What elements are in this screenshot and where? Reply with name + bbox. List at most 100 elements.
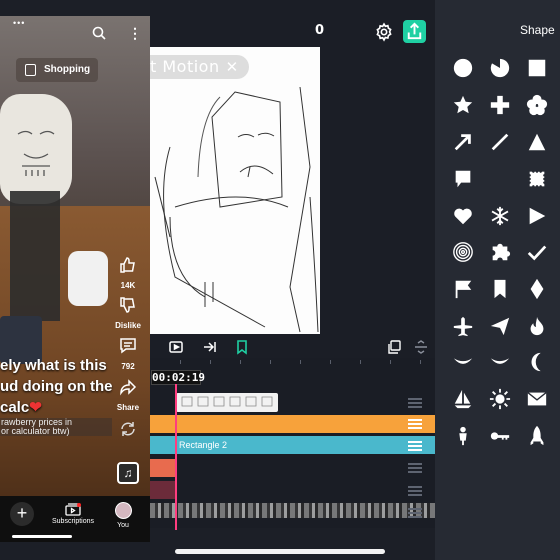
sketch-frames-track[interactable] — [176, 393, 278, 412]
caption-sub-line-2: or calculator btw) — [1, 426, 70, 436]
drag-handle-icon[interactable] — [408, 398, 422, 408]
rectangle-2-track[interactable]: Rectangle 2 — [150, 436, 435, 454]
ruler-tick — [420, 360, 421, 364]
person-shape-icon[interactable] — [451, 424, 475, 448]
settings-gear-icon[interactable] — [374, 22, 394, 42]
comment-icon — [120, 338, 136, 354]
ruler-tick — [240, 360, 241, 364]
heart-emoji-icon: ❤ — [29, 399, 42, 416]
ruler-tick — [270, 360, 271, 364]
like-button[interactable]: 14K — [115, 256, 141, 290]
puzzle-shape-icon[interactable] — [488, 240, 512, 264]
playhead[interactable] — [175, 384, 177, 544]
expand-collapse-icon[interactable] — [413, 339, 429, 355]
more-options-icon[interactable]: ⋮ — [128, 25, 142, 42]
heart-shape-icon[interactable] — [451, 204, 475, 228]
create-button[interactable]: + — [10, 502, 34, 526]
drag-handle-icon[interactable] — [408, 486, 422, 496]
remix-button[interactable] — [115, 420, 141, 443]
airplane-shape-icon[interactable] — [451, 314, 475, 338]
you-label: You — [117, 522, 129, 529]
plus-shape-icon[interactable] — [488, 93, 512, 117]
flag-shape-icon[interactable] — [451, 277, 475, 301]
flame-shape-icon[interactable] — [525, 314, 549, 338]
thumbs-up-icon — [120, 257, 135, 273]
subscriptions-label: Subscriptions — [52, 518, 95, 525]
line-shape-icon[interactable] — [488, 130, 512, 154]
smile-shape-icon[interactable] — [451, 350, 475, 374]
dislike-button[interactable]: Dislike — [115, 296, 141, 330]
ruler-tick — [210, 360, 211, 364]
drag-handle-icon[interactable] — [408, 441, 422, 451]
circle-shape-icon[interactable] — [451, 56, 475, 80]
diamond-shape-icon[interactable] — [525, 277, 549, 301]
subscriptions-icon — [65, 503, 81, 516]
duplicate-layer-icon[interactable] — [386, 339, 402, 355]
jump-to-end-icon[interactable] — [202, 339, 218, 355]
video-caption-sub[interactable]: rawberry prices in or calculator btw) — [0, 418, 112, 436]
music-note-icon[interactable]: ♫ — [117, 462, 139, 484]
square-shape-icon[interactable] — [525, 56, 549, 80]
ruler-tick — [300, 360, 301, 364]
you-tab[interactable]: You — [110, 502, 136, 529]
caption-line-1: ely what is this — [0, 357, 107, 374]
shape-panel-title: Shape — [520, 23, 555, 37]
bookmark-shape-icon[interactable] — [488, 277, 512, 301]
sailboat-shape-icon[interactable] — [451, 387, 475, 411]
like-count: 14K — [120, 281, 136, 290]
crescent-shape-icon[interactable] — [488, 167, 512, 191]
orange-layer-track[interactable] — [150, 415, 435, 433]
ruler-tick — [390, 360, 391, 364]
watermark-text: t Motion — [150, 57, 220, 76]
star-shape-icon[interactable] — [451, 93, 475, 117]
video-progress-bar[interactable] — [12, 535, 72, 538]
video-frame-paper-face — [0, 94, 72, 204]
shopping-label: Shopping — [44, 64, 91, 75]
envelope-shape-icon[interactable] — [525, 387, 549, 411]
moon-shape-icon[interactable] — [525, 350, 549, 374]
close-icon[interactable]: ✕ — [226, 58, 239, 76]
speech-bubble-shape-icon[interactable] — [451, 167, 475, 191]
key-shape-icon[interactable] — [488, 424, 512, 448]
drawing-canvas[interactable] — [150, 47, 320, 334]
paper-plane-shape-icon[interactable] — [488, 314, 512, 338]
drag-handle-icon[interactable] — [408, 463, 422, 473]
pip-handle-dots[interactable]: ••• — [13, 18, 25, 28]
keyframe-play-icon[interactable] — [168, 339, 184, 355]
video-caption: ely what is this ud doing on the calc❤ — [0, 355, 130, 418]
spiral-shape-icon[interactable] — [451, 240, 475, 264]
snowflake-shape-icon[interactable] — [488, 204, 512, 228]
frown-shape-icon[interactable] — [488, 350, 512, 374]
arrow-shape-icon[interactable] — [451, 130, 475, 154]
subscriptions-tab[interactable]: Subscriptions — [52, 502, 94, 525]
dislike-label: Dislike — [115, 321, 141, 330]
playhead-timecode: 00:02:19 — [151, 370, 205, 385]
app-root: 0 t Motion ✕ Rectangle 2 00:02:19 Shape … — [0, 0, 560, 560]
triangle-shape-icon[interactable] — [525, 130, 549, 154]
drag-handle-icon[interactable] — [408, 508, 422, 518]
ruler-tick — [360, 360, 361, 364]
video-frame-robot — [10, 191, 60, 321]
sun-shape-icon[interactable] — [488, 387, 512, 411]
watermark-badge[interactable]: t Motion ✕ — [150, 55, 249, 79]
red-layer-track[interactable] — [150, 459, 177, 477]
flower-shape-icon[interactable] — [525, 93, 549, 117]
export-share-button[interactable] — [403, 20, 426, 43]
caption-line-2: ud doing on the — [0, 378, 113, 395]
play-shape-icon[interactable] — [525, 204, 549, 228]
audio-filmstrip-track[interactable] — [150, 503, 435, 518]
caption-line-3: calc❤ — [0, 399, 42, 416]
stamp-shape-icon[interactable] — [525, 167, 549, 191]
pie-shape-icon[interactable] — [488, 56, 512, 80]
ruler-tick — [180, 360, 181, 364]
video-clip-track[interactable] — [150, 481, 177, 499]
drag-handle-icon[interactable] — [408, 419, 422, 429]
home-indicator[interactable] — [175, 549, 385, 554]
rocket-shape-icon[interactable] — [525, 424, 549, 448]
avatar — [114, 502, 132, 519]
remix-icon — [121, 422, 135, 436]
check-shape-icon[interactable] — [525, 240, 549, 264]
shopping-chip[interactable]: Shopping — [16, 58, 99, 82]
bookmark-icon[interactable] — [234, 339, 250, 355]
search-icon[interactable] — [92, 26, 106, 40]
